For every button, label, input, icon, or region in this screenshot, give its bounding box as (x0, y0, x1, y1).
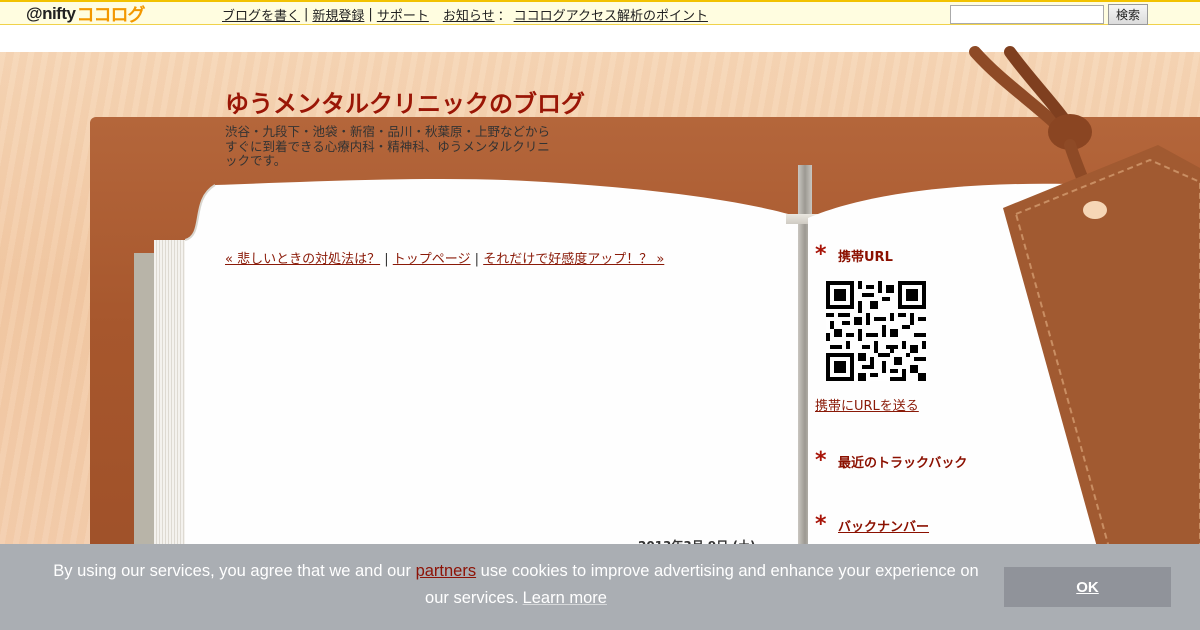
news-colon: ： (497, 9, 511, 24)
asterisk-icon: * (815, 512, 827, 537)
learn-more-link[interactable]: Learn more (523, 589, 607, 607)
next-post-link[interactable]: それだけで好感度アップ！？ » (483, 252, 664, 267)
nav-divider: | (304, 7, 309, 22)
global-header: @nifty ココログ ブログを書く | 新規登録 | サポート お知らせ ： … (0, 0, 1200, 25)
sidebar-heading-label: 携帯URL (838, 249, 893, 265)
nav-divider: | (368, 7, 373, 22)
news-item-link[interactable]: ココログアクセス解析のポイント (514, 5, 708, 24)
global-nav: ブログを書く | 新規登録 | サポート お知らせ ： ココログアクセス解析のポ… (222, 5, 708, 24)
page-stack (154, 240, 188, 560)
cookie-ok-button[interactable]: OK (1004, 567, 1171, 607)
support-link[interactable]: サポート (377, 5, 429, 24)
top-page-link[interactable]: トップページ (393, 252, 471, 267)
blog-description: 渋谷・九段下・池袋・新宿・品川・秋葉原・上野などからすぐに到着できる心療内科・精… (225, 124, 551, 168)
sidebar-heading-label: 最近のトラックバック (838, 455, 968, 471)
page-stack-edge (134, 253, 156, 553)
sidebar-heading-mobile-url: * 携帯URL (815, 244, 893, 266)
sidebar-heading-backnumber: * バックナンバー (815, 514, 929, 536)
qr-code-image (826, 281, 926, 381)
news-link[interactable]: お知らせ (443, 5, 495, 24)
sidebar-heading-trackbacks: * 最近のトラックバック (815, 450, 967, 472)
logo-brand: ココログ (76, 5, 145, 25)
send-url-to-mobile-link[interactable]: 携帯にURLを送る (815, 395, 919, 414)
search-input[interactable] (950, 5, 1104, 24)
cookie-message: By using our services, you agree that we… (40, 558, 992, 612)
logo-prefix: @nifty (26, 4, 76, 23)
search-button[interactable]: 検索 (1108, 4, 1148, 25)
register-link[interactable]: 新規登録 (312, 5, 364, 24)
write-blog-link[interactable]: ブログを書く (222, 5, 300, 24)
cookie-text-before: By using our services, you agree that we… (53, 562, 416, 580)
post-nav-divider: | (384, 252, 389, 267)
partners-link[interactable]: partners (416, 562, 477, 580)
backnumber-link[interactable]: バックナンバー (838, 516, 929, 535)
post-nav-divider: | (474, 252, 480, 267)
cookie-text-after: use cookies to improve advertising and e… (425, 562, 979, 607)
asterisk-icon: * (815, 242, 827, 267)
prev-post-link[interactable]: « 悲しいときの対処法は？ (225, 252, 380, 267)
cookie-consent-banner: By using our services, you agree that we… (0, 544, 1200, 630)
post-navigation: « 悲しいときの対処法は？ | トップページ | それだけで好感度アップ！？ » (225, 248, 664, 267)
blog-title[interactable]: ゆうメンタルクリニックのブログ (225, 84, 585, 119)
asterisk-icon: * (815, 448, 827, 473)
nifty-cocolog-logo[interactable]: @nifty ココログ (26, 3, 145, 25)
